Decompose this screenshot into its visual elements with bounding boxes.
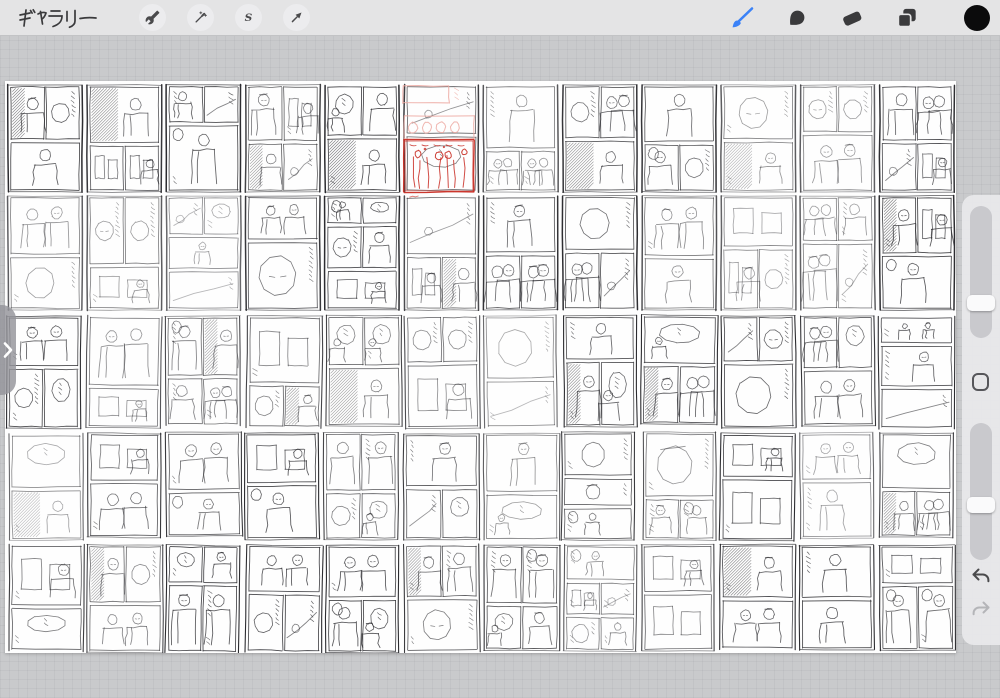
brush-opacity-slider-handle[interactable]: [967, 497, 995, 513]
chevron-right-icon: [3, 342, 13, 358]
undo-button[interactable]: [969, 565, 993, 589]
brush-sidebar: [962, 195, 1000, 645]
layers-icon: [897, 8, 916, 28]
gallery-label-kana: [19, 8, 97, 28]
svg-text:S: S: [245, 11, 253, 24]
wrench-icon: [145, 10, 160, 25]
smudge-tool-button[interactable]: [783, 4, 811, 32]
undo-arrow-icon: [972, 568, 990, 583]
redo-button[interactable]: [969, 598, 993, 622]
brush-opacity-slider[interactable]: [967, 423, 995, 560]
toolbar-left-group: ギャラリー: [18, 4, 310, 31]
magic-wand-icon: [195, 11, 207, 23]
color-swatch: [964, 4, 990, 31]
modify-button[interactable]: [972, 373, 989, 391]
top-toolbar: ギャラリー: [0, 0, 1000, 36]
toolbar-right-group: [728, 4, 990, 32]
brush-size-slider-handle[interactable]: [967, 295, 995, 311]
adjustments-button[interactable]: [187, 4, 214, 31]
color-swatch-button[interactable]: [964, 4, 990, 31]
erase-tool-button[interactable]: [838, 4, 866, 32]
redo-arrow-icon: [972, 601, 990, 616]
paint-tool-button[interactable]: [728, 4, 756, 32]
sidebar-toggle-tab[interactable]: [0, 305, 16, 395]
actions-button[interactable]: [139, 4, 166, 31]
s-ribbon-icon: S: [245, 11, 253, 24]
eraser-icon: [843, 11, 862, 26]
gallery-button[interactable]: ギャラリー: [18, 7, 98, 29]
layers-button[interactable]: [893, 4, 921, 32]
artwork-canvas[interactable]: [5, 81, 956, 653]
brush-size-slider[interactable]: [967, 206, 995, 338]
transform-button[interactable]: [283, 4, 310, 31]
paintbrush-icon: [732, 6, 754, 27]
smudge-finger-icon: [790, 10, 805, 25]
arrow-cursor-icon: [291, 12, 302, 23]
selection-button[interactable]: S: [235, 4, 262, 31]
